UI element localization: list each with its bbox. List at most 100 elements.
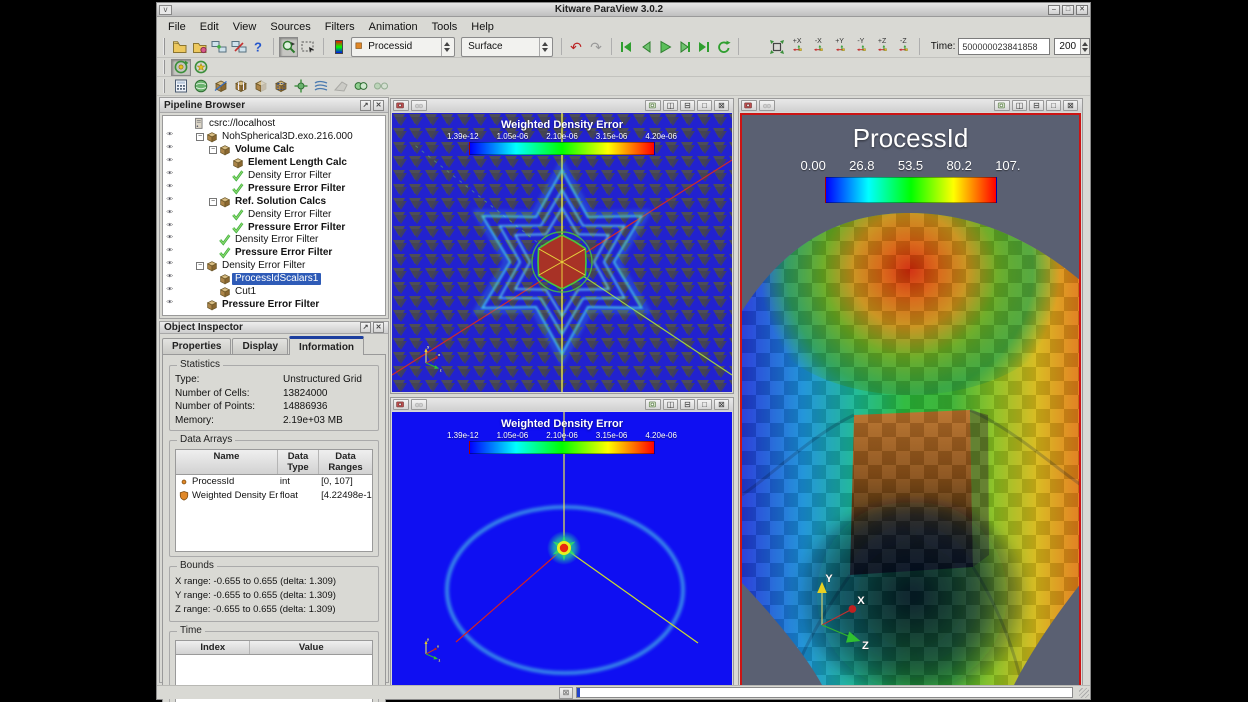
eye-icon[interactable] bbox=[164, 260, 177, 272]
pipeline-item[interactable]: Cut1 bbox=[163, 286, 385, 299]
menu-view[interactable]: View bbox=[226, 20, 264, 34]
camera-plusY-button[interactable]: +Y bbox=[829, 37, 850, 57]
eye-icon[interactable] bbox=[164, 183, 177, 195]
camera-plusZ-button[interactable]: +Z bbox=[871, 37, 892, 57]
slice-button[interactable] bbox=[231, 78, 251, 95]
eye-icon[interactable] bbox=[164, 170, 177, 182]
menu-filters[interactable]: Filters bbox=[318, 20, 362, 34]
data-array-row[interactable]: ProcessId int [0, 107] bbox=[176, 475, 372, 489]
eye-icon[interactable] bbox=[164, 209, 177, 221]
show-center-axes-button[interactable] bbox=[171, 59, 191, 76]
ungroup-button[interactable] bbox=[371, 78, 391, 95]
pipeline-item[interactable]: ProcessIdScalars1 bbox=[163, 273, 385, 286]
eye-icon[interactable] bbox=[164, 273, 177, 285]
first-frame-button[interactable] bbox=[617, 37, 636, 57]
contour-button[interactable] bbox=[191, 78, 211, 95]
column-header[interactable]: Index bbox=[176, 641, 250, 654]
eye-icon[interactable] bbox=[164, 157, 177, 169]
color-scale-button[interactable] bbox=[329, 37, 348, 57]
camera-plusX-button[interactable]: +X bbox=[787, 37, 808, 57]
pipeline-item[interactable]: Pressure Error Filter bbox=[163, 182, 385, 195]
maximize-view-button[interactable]: □ bbox=[1046, 100, 1061, 111]
eye-icon[interactable] bbox=[164, 144, 177, 156]
tab-display[interactable]: Display bbox=[232, 338, 288, 354]
column-header[interactable]: Data Ranges bbox=[319, 450, 372, 474]
pick-center-button[interactable] bbox=[191, 59, 211, 76]
undock-panel-button[interactable]: ↗ bbox=[360, 322, 371, 333]
last-frame-button[interactable] bbox=[694, 37, 713, 57]
pipeline-item[interactable]: Density Error Filter bbox=[163, 170, 385, 183]
split-horizontal-button[interactable]: ◫ bbox=[663, 100, 678, 111]
zoom-select-button[interactable] bbox=[279, 37, 298, 57]
pipeline-item[interactable]: − Volume Calc bbox=[163, 144, 385, 157]
eye-icon[interactable] bbox=[164, 196, 177, 208]
data-array-row[interactable]: Weighted Density Error float [4.22498e-1… bbox=[176, 489, 372, 503]
binoculars-button[interactable] bbox=[759, 100, 775, 111]
eye-icon[interactable] bbox=[164, 286, 177, 298]
menu-sources[interactable]: Sources bbox=[263, 20, 317, 34]
minimize-button[interactable]: – bbox=[1048, 5, 1060, 15]
close-view-button[interactable]: ⊠ bbox=[1063, 100, 1078, 111]
camera-button[interactable] bbox=[741, 100, 757, 111]
close-button[interactable]: ✕ bbox=[1076, 5, 1088, 15]
group-datasets-button[interactable] bbox=[351, 78, 371, 95]
next-frame-button[interactable] bbox=[675, 37, 694, 57]
split-vertical-button[interactable]: ⊟ bbox=[680, 399, 695, 410]
color-by-combo[interactable]: Processid bbox=[351, 37, 455, 57]
render-view-canvas[interactable]: Weighted Density Error 1.39e-121.05e-062… bbox=[392, 113, 732, 392]
camera-minusZ-button[interactable]: -Z bbox=[893, 37, 914, 57]
menu-help[interactable]: Help bbox=[464, 20, 501, 34]
undock-panel-button[interactable]: ↗ bbox=[360, 100, 371, 111]
menu-file[interactable]: File bbox=[161, 20, 193, 34]
binoculars-button[interactable] bbox=[411, 100, 427, 111]
abort-button[interactable]: ⊠ bbox=[559, 687, 573, 699]
warp-button[interactable] bbox=[331, 78, 351, 95]
collapse-expander[interactable]: − bbox=[196, 262, 204, 270]
split-vertical-button[interactable]: ⊟ bbox=[680, 100, 695, 111]
connect-server-button[interactable] bbox=[210, 37, 229, 57]
pipeline-item[interactable]: Pressure Error Filter bbox=[163, 247, 385, 260]
eye-icon[interactable] bbox=[164, 234, 177, 246]
undo-button[interactable]: ↶ bbox=[567, 37, 586, 57]
camera-minusY-button[interactable]: -Y bbox=[850, 37, 871, 57]
pipeline-item[interactable]: Element Length Calc bbox=[163, 157, 385, 170]
pipeline-item[interactable]: csrc://localhost bbox=[163, 118, 385, 131]
toolbar-grip[interactable] bbox=[163, 79, 168, 93]
pipeline-item[interactable]: Pressure Error Filter bbox=[163, 298, 385, 311]
threshold-button[interactable] bbox=[251, 78, 271, 95]
camera-button[interactable] bbox=[393, 100, 409, 111]
binoculars-button[interactable] bbox=[411, 399, 427, 410]
pipeline-item[interactable]: − Density Error Filter bbox=[163, 260, 385, 273]
time-input[interactable] bbox=[958, 38, 1050, 55]
collapse-expander[interactable]: − bbox=[209, 198, 217, 206]
lookmark-button[interactable] bbox=[645, 100, 661, 111]
close-panel-button[interactable]: ✕ bbox=[373, 100, 384, 111]
help-button[interactable]: ? bbox=[249, 37, 268, 57]
close-view-button[interactable]: ⊠ bbox=[714, 100, 729, 111]
lookmark-button[interactable] bbox=[994, 100, 1010, 111]
collapse-expander[interactable]: − bbox=[209, 146, 217, 154]
tab-properties[interactable]: Properties bbox=[162, 338, 231, 354]
render-view-canvas[interactable]: ProcessId 0.0026.853.580.2107. bbox=[740, 113, 1081, 687]
toolbar-grip[interactable] bbox=[163, 38, 168, 55]
extract-subset-button[interactable] bbox=[271, 78, 291, 95]
camera-button[interactable] bbox=[393, 399, 409, 410]
close-panel-button[interactable]: ✕ bbox=[373, 322, 384, 333]
eye-icon[interactable] bbox=[164, 222, 177, 234]
menu-tools[interactable]: Tools bbox=[425, 20, 465, 34]
frame-spinbox[interactable]: 200 bbox=[1054, 38, 1090, 55]
maximize-view-button[interactable]: □ bbox=[697, 100, 712, 111]
loop-button[interactable] bbox=[714, 37, 733, 57]
glyph-button[interactable] bbox=[291, 78, 311, 95]
pipeline-item[interactable]: − Ref. Solution Calcs bbox=[163, 195, 385, 208]
pipeline-item[interactable]: Pressure Error Filter bbox=[163, 221, 385, 234]
tab-information[interactable]: Information bbox=[289, 336, 364, 355]
menu-animation[interactable]: Animation bbox=[362, 20, 425, 34]
calculator-button[interactable] bbox=[171, 78, 191, 95]
pipeline-item[interactable]: − NohSpherical3D.exo.216.000 bbox=[163, 131, 385, 144]
redo-button[interactable]: ↷ bbox=[586, 37, 605, 57]
stream-tracer-button[interactable] bbox=[311, 78, 331, 95]
column-header[interactable]: Name bbox=[176, 450, 278, 474]
maximize-view-button[interactable]: □ bbox=[697, 399, 712, 410]
maximize-button[interactable]: □ bbox=[1062, 5, 1074, 15]
